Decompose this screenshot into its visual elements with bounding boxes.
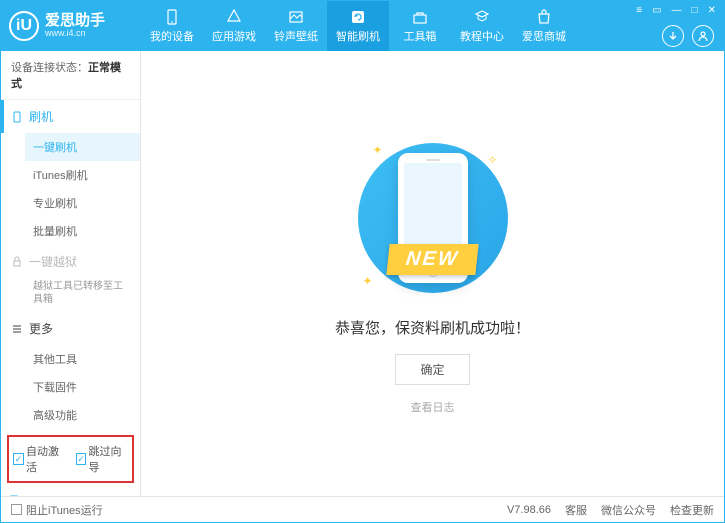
wallpaper-icon (287, 8, 305, 26)
view-log-link[interactable]: 查看日志 (411, 399, 455, 415)
logo-area: iU 爱思助手 www.i4.cn (1, 11, 141, 41)
toolbox-icon (411, 8, 429, 26)
nav-store[interactable]: 爱思商城 (513, 1, 575, 51)
checkbox-label: 阻止iTunes运行 (26, 502, 103, 518)
block-itunes-checkbox[interactable]: 阻止iTunes运行 (11, 502, 103, 518)
sidebar-item-batch-flash[interactable]: 批量刷机 (25, 217, 140, 245)
checkbox-highlighted-row: ✓自动激活 ✓跳过向导 (7, 435, 134, 483)
nav-label: 应用游戏 (212, 28, 256, 44)
nav-flash[interactable]: 智能刷机 (327, 1, 389, 51)
app-url: www.i4.cn (45, 29, 105, 39)
store-icon (535, 8, 553, 26)
menu-button[interactable]: ≡ (634, 5, 644, 16)
skin-button[interactable]: ▭ (650, 5, 663, 16)
skip-setup-checkbox[interactable]: ✓跳过向导 (76, 443, 129, 475)
jailbreak-note: 越狱工具已转移至工具箱 (25, 278, 140, 312)
customer-service-link[interactable]: 客服 (565, 502, 587, 518)
nav-tabs: 我的设备 应用游戏 铃声壁纸 智能刷机 工具箱 教程中心 (141, 1, 575, 51)
main-content: ✦ ✧ ✦ NEW 恭喜您，保资料刷机成功啦！ 确定 查看日志 (141, 51, 724, 496)
nav-label: 教程中心 (460, 28, 504, 44)
phone-icon (163, 8, 181, 26)
sidebar-item-itunes-flash[interactable]: iTunes刷机 (25, 161, 140, 189)
nav-tutorial[interactable]: 教程中心 (451, 1, 513, 51)
app-window: iU 爱思助手 www.i4.cn 我的设备 应用游戏 铃声壁纸 智能刷机 (0, 0, 725, 523)
app-name: 爱思助手 (45, 13, 105, 30)
sidebar-section-jailbreak: 一键越狱 (1, 245, 140, 278)
version-label: V7.98.66 (507, 504, 551, 516)
sidebar: 设备连接状态：正常模式 刷机 一键刷机 iTunes刷机 专业刷机 批量刷机 一… (1, 51, 141, 496)
nav-apps[interactable]: 应用游戏 (203, 1, 265, 51)
section-label: 刷机 (29, 108, 53, 125)
nav-my-device[interactable]: 我的设备 (141, 1, 203, 51)
download-button[interactable] (662, 25, 684, 47)
window-controls: ≡ ▭ — □ ✕ (634, 5, 718, 16)
maximize-button[interactable]: □ (690, 5, 700, 16)
nav-label: 我的设备 (150, 28, 194, 44)
nav-ringtones[interactable]: 铃声壁纸 (265, 1, 327, 51)
nav-label: 爱思商城 (522, 28, 566, 44)
nav-toolbox[interactable]: 工具箱 (389, 1, 451, 51)
close-button[interactable]: ✕ (706, 5, 718, 16)
minimize-button[interactable]: — (670, 5, 684, 16)
nav-label: 铃声壁纸 (274, 28, 318, 44)
sidebar-item-other-tools[interactable]: 其他工具 (25, 345, 140, 373)
footer: 阻止iTunes运行 V7.98.66 客服 微信公众号 检查更新 (1, 496, 724, 522)
titlebar: iU 爱思助手 www.i4.cn 我的设备 应用游戏 铃声壁纸 智能刷机 (1, 1, 724, 51)
logo-icon: iU (9, 11, 39, 41)
check-update-link[interactable]: 检查更新 (670, 502, 714, 518)
sidebar-item-oneclick-flash[interactable]: 一键刷机 (25, 133, 140, 161)
sidebar-item-advanced[interactable]: 高级功能 (25, 401, 140, 429)
section-label: 一键越狱 (29, 253, 77, 270)
checkbox-label: 跳过向导 (88, 443, 128, 475)
nav-label: 工具箱 (404, 28, 437, 44)
status-label: 设备连接状态： (11, 62, 88, 74)
success-illustration: ✦ ✧ ✦ NEW (343, 133, 523, 303)
flash-icon (349, 8, 367, 26)
device-status: 设备连接状态：正常模式 (1, 51, 140, 100)
checkbox-label: 自动激活 (26, 443, 66, 475)
lock-icon (11, 256, 23, 268)
device-info-box[interactable]: iPhone 12 mini 64GB Down-12mini-13,1 (1, 489, 140, 496)
new-ribbon: NEW (387, 244, 479, 275)
sidebar-item-download-firmware[interactable]: 下载固件 (25, 373, 140, 401)
flash-section-icon (11, 111, 23, 123)
user-button[interactable] (692, 25, 714, 47)
tutorial-icon (473, 8, 491, 26)
more-icon (11, 323, 23, 335)
sidebar-item-pro-flash[interactable]: 专业刷机 (25, 189, 140, 217)
nav-label: 智能刷机 (336, 28, 380, 44)
apps-icon (225, 8, 243, 26)
wechat-link[interactable]: 微信公众号 (601, 502, 656, 518)
sidebar-section-more[interactable]: 更多 (1, 312, 140, 345)
sidebar-section-flash[interactable]: 刷机 (1, 100, 140, 133)
ok-button[interactable]: 确定 (395, 354, 469, 385)
auto-activate-checkbox[interactable]: ✓自动激活 (13, 443, 66, 475)
section-label: 更多 (29, 320, 53, 337)
success-message: 恭喜您，保资料刷机成功啦！ (335, 317, 530, 338)
